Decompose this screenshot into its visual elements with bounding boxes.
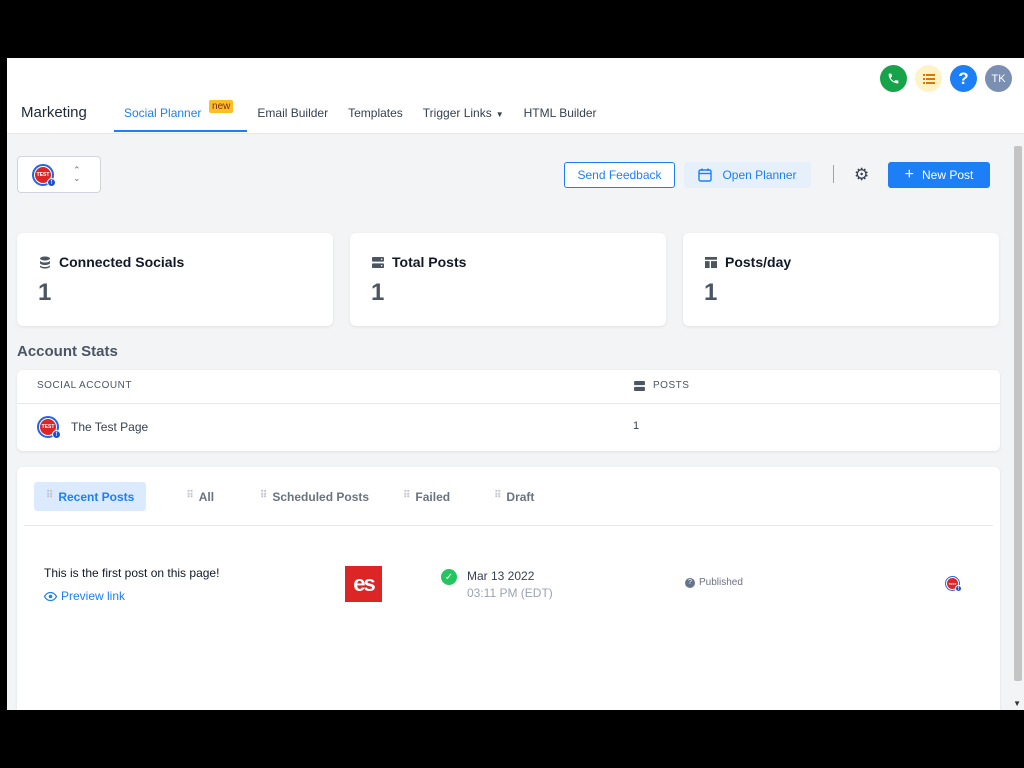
open-planner-button[interactable]: Open Planner (684, 162, 811, 188)
check-icon: ✓ (441, 569, 457, 585)
stat-title-text: Connected Socials (59, 254, 185, 270)
post-date: Mar 13 2022 (467, 569, 535, 583)
tab-all[interactable]: ⠿ All (174, 482, 226, 511)
new-badge: new (209, 100, 234, 113)
drag-handle-icon: ⠿ (46, 490, 53, 501)
tab-label: Trigger Links (422, 106, 492, 120)
main-tabs: Social Planner new Email Builder Templat… (114, 96, 607, 132)
chevron-down-icon: ▼ (495, 110, 504, 119)
post-status: ? Published (685, 577, 743, 588)
brand-title: Marketing (21, 104, 87, 121)
tab-html-builder[interactable]: HTML Builder (514, 96, 607, 132)
divider (24, 525, 993, 526)
gear-icon[interactable]: ⚙ (854, 165, 869, 185)
facebook-icon: f (52, 430, 61, 439)
info-icon: ? (685, 577, 695, 588)
open-planner-label: Open Planner (722, 168, 797, 182)
drag-handle-icon: ⠿ (260, 490, 267, 501)
divider (833, 165, 834, 183)
stat-card-title: Connected Socials (39, 254, 184, 270)
user-avatar[interactable]: TK (985, 65, 1012, 92)
new-post-label: New Post (921, 168, 974, 182)
tab-templates[interactable]: Templates (338, 96, 413, 132)
post-thumbnail[interactable]: es (345, 566, 382, 602)
account-stats-title: Account Stats (17, 343, 118, 360)
account-selector[interactable]: TEST f ⌃ ⌄ (17, 156, 101, 193)
post-account-avatar: TEST f (945, 576, 962, 592)
top-navigation: ? TK Marketing Social Planner new Email … (7, 58, 1024, 134)
list-icon[interactable] (915, 65, 942, 92)
facebook-icon: f (955, 585, 962, 592)
tab-trigger-links[interactable]: Trigger Links ▼ (413, 96, 514, 132)
send-feedback-button[interactable]: Send Feedback (564, 162, 675, 188)
stat-title-text: Total Posts (392, 254, 467, 270)
scrollbar[interactable]: ▼ (1012, 134, 1024, 710)
column-header-social-account: SOCIAL ACCOUNT (37, 380, 132, 391)
tab-label: Social Planner (124, 106, 202, 120)
tab-scheduled-posts[interactable]: ⠿ Scheduled Posts (248, 482, 381, 511)
drag-handle-icon: ⠿ (403, 490, 410, 501)
column-header-posts: POSTS (634, 380, 689, 391)
calendar-icon (698, 168, 713, 182)
header-icons: ? TK (880, 65, 1012, 92)
preview-link[interactable]: Preview link (44, 589, 125, 603)
stat-card-value: 1 (38, 279, 52, 306)
tab-recent-posts[interactable]: ⠿ Recent Posts (34, 482, 147, 511)
plus-icon: + (904, 166, 914, 183)
account-post-count: 1 (633, 420, 640, 432)
tab-label: Failed (415, 490, 451, 504)
drag-handle-icon: ⠿ (494, 490, 501, 501)
drag-handle-icon: ⠿ (186, 490, 193, 501)
stat-card-value: 1 (704, 279, 718, 306)
post-text: This is the first post on this page! (44, 566, 220, 580)
stat-card-title: Total Posts (372, 254, 466, 270)
stat-card-connected-socials: Connected Socials 1 (17, 233, 333, 326)
eye-icon (44, 591, 57, 601)
tab-label: All (198, 490, 215, 504)
stat-card-title: Posts/day (705, 254, 791, 270)
phone-icon[interactable] (880, 65, 907, 92)
tab-failed[interactable]: ⠿ Failed (391, 482, 462, 511)
posts-panel: ⠿ Recent Posts ⠿ All ⠿ Scheduled Posts ⠿… (17, 467, 1000, 710)
status-label: Published (699, 577, 743, 588)
posts-header-label: POSTS (653, 380, 690, 391)
posts-tabs: ⠿ Recent Posts ⠿ All ⠿ Scheduled Posts ⠿… (34, 482, 546, 511)
tab-draft[interactable]: ⠿ Draft (482, 482, 546, 511)
divider (17, 403, 1000, 404)
account-stats-table: SOCIAL ACCOUNT POSTS TEST f The Test Pag… (17, 370, 1000, 451)
facebook-icon: f (47, 178, 56, 187)
database-icon (40, 256, 50, 268)
stat-title-text: Posts/day (725, 254, 792, 270)
chevron-up-down-icon: ⌃ ⌄ (73, 165, 81, 183)
account-avatar: TEST f (37, 416, 61, 439)
scroll-down-arrow-icon[interactable]: ▼ (1013, 699, 1021, 708)
tab-label: Recent Posts (58, 490, 135, 504)
tab-label: Draft (506, 490, 535, 504)
stat-card-posts-per-day: Posts/day 1 (683, 233, 999, 326)
post-time: 03:11 PM (EDT) (467, 586, 553, 600)
account-name: The Test Page (71, 420, 149, 434)
app-window: ? TK Marketing Social Planner new Email … (7, 58, 1024, 710)
server-icon (372, 256, 384, 268)
stat-card-total-posts: Total Posts 1 (350, 233, 666, 326)
tab-social-planner[interactable]: Social Planner new (114, 96, 248, 132)
server-icon (634, 380, 645, 391)
scrollbar-thumb[interactable] (1014, 146, 1022, 681)
layout-icon (705, 256, 717, 268)
preview-link-label: Preview link (61, 589, 126, 603)
help-icon[interactable]: ? (950, 65, 977, 92)
new-post-button[interactable]: + New Post (888, 162, 990, 188)
tab-label: Scheduled Posts (272, 490, 370, 504)
tab-email-builder[interactable]: Email Builder (247, 96, 338, 132)
account-avatar: TEST f (32, 164, 56, 187)
stat-card-value: 1 (371, 279, 385, 306)
